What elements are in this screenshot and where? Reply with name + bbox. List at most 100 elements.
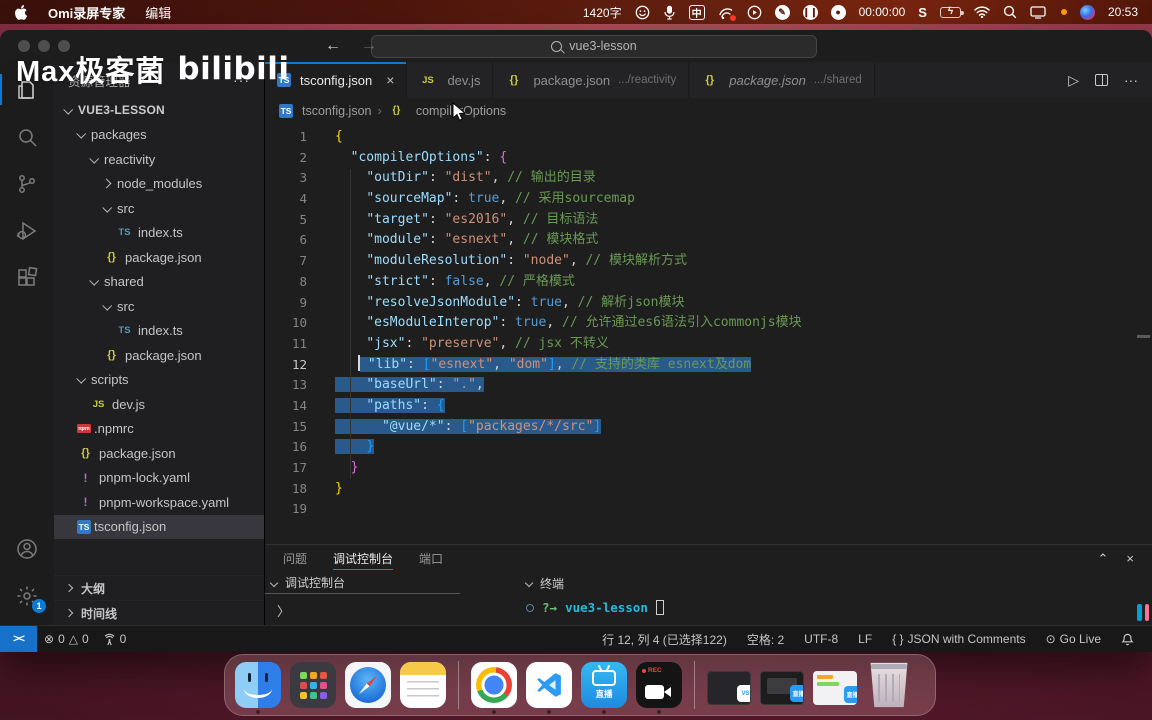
- panel-tab-调试控制台[interactable]: 调试控制台: [333, 545, 394, 572]
- tree-item-package-json[interactable]: {} package.json: [54, 245, 264, 270]
- tree-item-index-ts[interactable]: TS index.ts: [54, 221, 264, 246]
- activitybar-source-control[interactable]: [0, 160, 54, 207]
- wifi-icon[interactable]: [974, 4, 990, 20]
- code-line[interactable]: 13 "baseUrl": ".",: [265, 375, 1152, 396]
- apple-logo-icon[interactable]: [14, 4, 28, 20]
- code-line[interactable]: 18}: [265, 479, 1152, 500]
- activitybar-account[interactable]: [0, 525, 54, 572]
- dock-safari[interactable]: [345, 655, 391, 715]
- menubar-clock[interactable]: 20:53: [1108, 5, 1138, 19]
- input-method-icon[interactable]: 中: [688, 4, 705, 20]
- tab-dev-js[interactable]: JS dev.js: [407, 62, 494, 98]
- ports-status[interactable]: 0: [96, 626, 134, 652]
- dock-finder[interactable]: [235, 655, 281, 715]
- panel-tab-问题[interactable]: 问题: [283, 545, 307, 572]
- code-line[interactable]: 19: [265, 499, 1152, 520]
- tree-item-index-ts[interactable]: TS index.ts: [54, 319, 264, 344]
- code-line[interactable]: 11 "jsx": "preserve", // jsx 不转义: [265, 334, 1152, 355]
- terminal-header[interactable]: 终端: [520, 572, 1152, 594]
- dock-min-window-recorder[interactable]: 直播: [760, 655, 804, 715]
- activitybar-run-debug[interactable]: [0, 207, 54, 254]
- code-line[interactable]: 3 "outDir": "dist", // 输出的目录: [265, 168, 1152, 189]
- dock-launchpad[interactable]: [290, 655, 336, 715]
- annotate-circle-icon[interactable]: ✎: [774, 4, 790, 20]
- minimize-window-button[interactable]: [38, 40, 50, 52]
- tree-item-pnpm-workspace-yaml[interactable]: ! pnpm-workspace.yaml: [54, 490, 264, 515]
- remote-indicator[interactable]: ><: [0, 626, 37, 652]
- spotlight-search-icon[interactable]: [1003, 4, 1017, 20]
- dock-vscode[interactable]: [526, 655, 572, 715]
- tree-item-tsconfig-json[interactable]: TS tsconfig.json: [54, 514, 264, 539]
- dock-screen-recorder[interactable]: REC: [636, 655, 682, 715]
- sidebar-section-outline[interactable]: 大纲: [54, 575, 264, 600]
- indentation[interactable]: 空格: 2: [737, 626, 794, 652]
- problems-status[interactable]: ⊗ 0 △ 0: [37, 626, 96, 652]
- code-line[interactable]: 14 "paths": {: [265, 396, 1152, 417]
- code-line[interactable]: 1{: [265, 127, 1152, 148]
- collapse-panel-icon[interactable]: ⌃: [1098, 551, 1109, 567]
- close-panel-icon[interactable]: ×: [1126, 551, 1134, 566]
- close-icon[interactable]: ×: [386, 72, 394, 88]
- tree-item-scripts[interactable]: scripts: [54, 368, 264, 393]
- debug-console-input[interactable]: 〉: [265, 594, 520, 620]
- breadcrumb[interactable]: TS tsconfig.json › {} compilerOptions: [265, 98, 1152, 123]
- tree-item-reactivity[interactable]: reactivity: [54, 147, 264, 172]
- code-line[interactable]: 5 "target": "es2016", // 目标语法: [265, 210, 1152, 231]
- emoji-status-icon[interactable]: [635, 4, 650, 20]
- tree-item-src[interactable]: src: [54, 294, 264, 319]
- notifications-bell[interactable]: [1111, 626, 1144, 652]
- record-circle-icon[interactable]: ●: [830, 4, 846, 20]
- dock-min-window-notes[interactable]: 直播: [813, 655, 857, 715]
- code-line[interactable]: 2 "compilerOptions": {: [265, 148, 1152, 169]
- tab-package-json[interactable]: {} package.json .../reactivity: [493, 62, 690, 98]
- vscode-title-bar[interactable]: ← → vue3-lesson: [0, 30, 1152, 62]
- debug-console-header[interactable]: 调试控制台: [265, 572, 460, 594]
- activitybar-explorer[interactable]: [0, 66, 54, 113]
- eol-sequence[interactable]: LF: [848, 626, 882, 652]
- language-mode[interactable]: { } JSON with Comments: [882, 626, 1035, 652]
- scrollbar-slider[interactable]: [1137, 335, 1150, 338]
- dock-chrome[interactable]: [471, 655, 517, 715]
- code-line[interactable]: 8 "strict": false, // 严格模式: [265, 272, 1152, 293]
- code-line[interactable]: 4 "sourceMap": true, // 采用sourcemap: [265, 189, 1152, 210]
- code-line[interactable]: 9 "resolveJsonModule": true, // 解析json模块: [265, 293, 1152, 314]
- tree-item-dev-js[interactable]: JS dev.js: [54, 392, 264, 417]
- tree-item-vue3-lesson[interactable]: VUE3-LESSON: [54, 98, 264, 123]
- tree-item-pnpm-lock-yaml[interactable]: ! pnpm-lock.yaml: [54, 466, 264, 491]
- activitybar-extensions[interactable]: [0, 254, 54, 301]
- tree-item-shared[interactable]: shared: [54, 270, 264, 295]
- panel-tab-端口[interactable]: 端口: [419, 545, 443, 572]
- breadcrumb-file[interactable]: tsconfig.json: [302, 104, 371, 118]
- code-editor[interactable]: 1{2 "compilerOptions": {3 "outDir": "dis…: [265, 123, 1152, 544]
- run-button[interactable]: ▷: [1068, 72, 1079, 89]
- editor-more-icon[interactable]: ···: [1124, 72, 1138, 88]
- dock-min-window-vscode[interactable]: VS: [707, 655, 751, 715]
- display-icon[interactable]: [1030, 4, 1046, 20]
- dock-trash[interactable]: [866, 655, 912, 715]
- tree-item-package-json[interactable]: {} package.json: [54, 343, 264, 368]
- menubar-app-name[interactable]: Omi录屏专家: [48, 3, 125, 22]
- tab-package-json[interactable]: {} package.json .../shared: [689, 62, 875, 98]
- sidebar-more-icon[interactable]: ···: [233, 72, 250, 88]
- tree-item--npmrc[interactable]: npm .npmrc: [54, 417, 264, 442]
- play-circle-icon[interactable]: [747, 4, 762, 20]
- sogou-input-icon[interactable]: S: [918, 4, 927, 20]
- code-line[interactable]: 16 }: [265, 437, 1152, 458]
- siri-icon[interactable]: [1079, 4, 1095, 20]
- zoom-window-button[interactable]: [58, 40, 70, 52]
- split-editor-icon[interactable]: [1095, 74, 1108, 86]
- screen-mirroring-icon[interactable]: [718, 4, 736, 21]
- go-live-button[interactable]: ⊙ Go Live: [1036, 626, 1111, 652]
- microphone-icon[interactable]: [663, 4, 676, 20]
- tree-item-package-json[interactable]: {} package.json: [54, 441, 264, 466]
- nav-forward-button[interactable]: →: [361, 37, 377, 55]
- encoding[interactable]: UTF-8: [794, 626, 848, 652]
- menubar-menu-edit[interactable]: 编辑: [145, 3, 171, 22]
- activitybar-settings[interactable]: 1: [0, 572, 54, 619]
- tab-tsconfig-json[interactable]: TS tsconfig.json ×: [265, 62, 408, 98]
- code-line[interactable]: 15 "@vue/*": ["packages/*/src"]: [265, 417, 1152, 438]
- cursor-position[interactable]: 行 12, 列 4 (已选择122): [592, 626, 737, 652]
- tree-item-src[interactable]: src: [54, 196, 264, 221]
- code-line[interactable]: 7 "moduleResolution": "node", // 模块解析方式: [265, 251, 1152, 272]
- traffic-lights[interactable]: [18, 40, 70, 52]
